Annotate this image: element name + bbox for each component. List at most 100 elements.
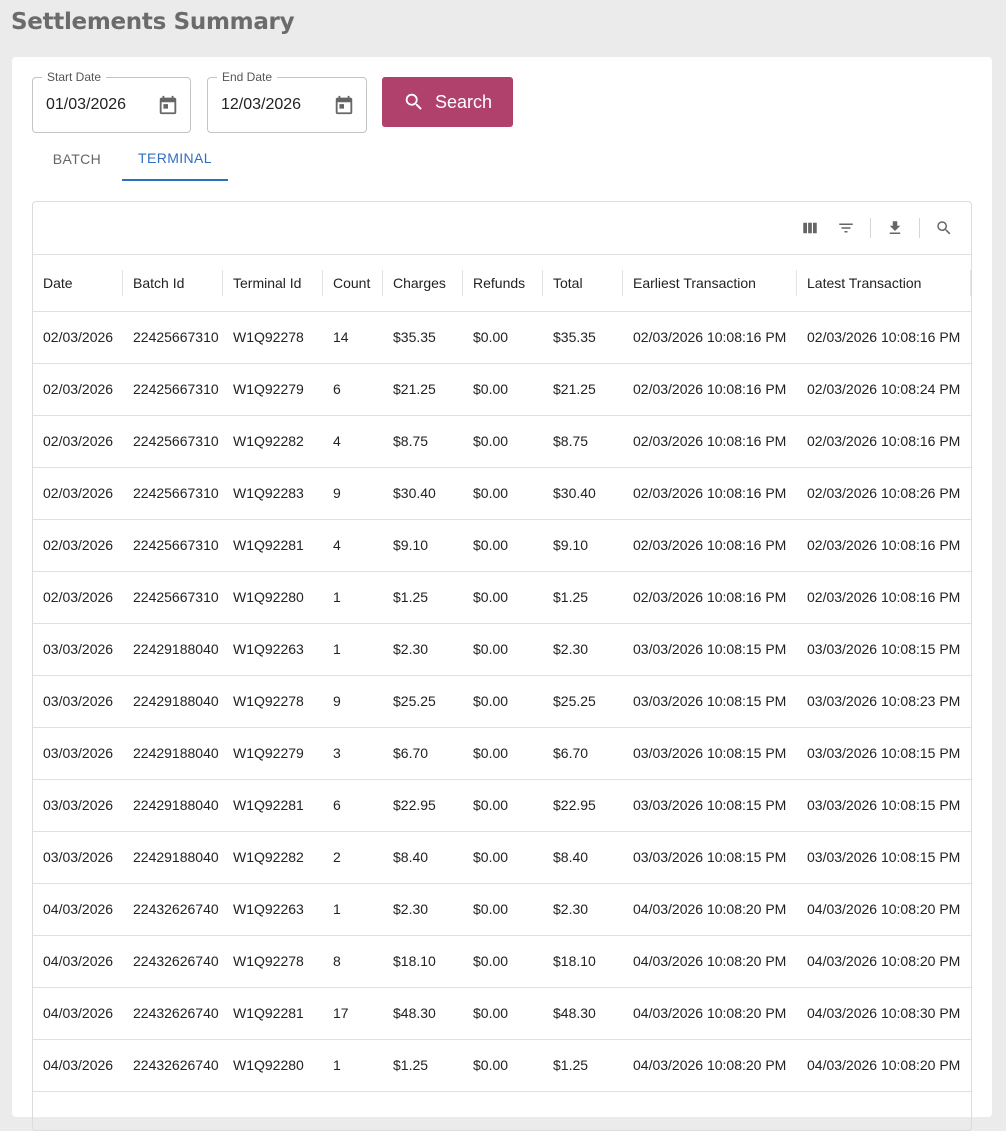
table-cell: 17: [323, 987, 383, 1040]
page-title: Settlements Summary: [11, 9, 295, 35]
table-cell: W1Q92281: [223, 519, 323, 572]
table-cell: $2.30: [543, 623, 623, 676]
table-cell: 22429188040: [123, 727, 223, 780]
table-row[interactable]: 02/03/2026 22425667310 W1Q92280 1 $1.25 $0.00…: [33, 571, 971, 624]
table-cell: $0.00: [463, 415, 543, 468]
table-cell: $9.10: [383, 519, 463, 572]
table-row[interactable]: 02/03/2026 22425667310 W1Q92278 14 $35.35 $0.…: [33, 311, 971, 364]
column-header-refunds[interactable]: Refunds: [463, 255, 543, 312]
table-cell: 1: [323, 1039, 383, 1092]
table-cell: W1Q92281: [223, 987, 323, 1040]
settlements-card: Start Date 01/03/2026 End Date 12/03/202…: [12, 57, 992, 1131]
table-cell: 02/03/2026 10:08:16 PM: [623, 571, 797, 624]
toolbar-divider: [919, 218, 920, 238]
table-cell: W1Q92280: [223, 1039, 323, 1092]
table-cell: $0.00: [463, 675, 543, 728]
table-cell: 03/03/2026 10:08:15 PM: [797, 727, 971, 780]
table-cell: 22429188040: [123, 623, 223, 676]
table-cell: 03/03/2026 10:08:15 PM: [797, 831, 971, 884]
table-cell: 04/03/2026 10:08:20 PM: [797, 935, 971, 988]
table-row[interactable]: 03/03/2026 22429188040 W1Q92279 3 $6.70 $0.00…: [33, 727, 971, 780]
columns-icon[interactable]: [801, 219, 819, 237]
column-header-batch-id[interactable]: Batch Id: [123, 255, 223, 312]
calendar-icon[interactable]: [333, 94, 355, 116]
table-cell: 04/03/2026 10:08:30 PM: [797, 987, 971, 1040]
table-cell: $48.30: [543, 987, 623, 1040]
table-cell: W1Q92278: [223, 935, 323, 988]
column-header-total[interactable]: Total: [543, 255, 623, 312]
table-cell: 6: [323, 779, 383, 832]
table-cell: $0.00: [463, 727, 543, 780]
table-cell: 04/03/2026 10:08:20 PM: [623, 1039, 797, 1092]
calendar-icon[interactable]: [157, 94, 179, 116]
table-row[interactable]: 04/03/2026 22432626740 W1Q92263 1 $2.30 $0.00…: [33, 883, 971, 936]
table-cell: $2.30: [543, 883, 623, 936]
table-row[interactable]: 03/03/2026 22429188040 W1Q92278 9 $25.25 $0.0…: [33, 675, 971, 728]
table-cell: $1.25: [543, 571, 623, 624]
table-cell: 22432626740: [123, 935, 223, 988]
table-cell: 02/03/2026 10:08:16 PM: [623, 363, 797, 416]
table-row[interactable]: 03/03/2026 22429188040 W1Q92282 2 $8.40 $0.00…: [33, 831, 971, 884]
table-row[interactable]: 03/03/2026 22429188040 W1Q92263 1 $2.30 $0.00…: [33, 623, 971, 676]
table-cell: 22429188040: [123, 831, 223, 884]
table-cell: $48.30: [383, 987, 463, 1040]
table-cell: 04/03/2026 10:08:20 PM: [623, 987, 797, 1040]
table-cell: $8.40: [383, 831, 463, 884]
table-cell: 02/03/2026: [33, 363, 123, 416]
table-cell: 03/03/2026 10:08:15 PM: [623, 779, 797, 832]
table-cell: $6.70: [383, 727, 463, 780]
column-header-latest-transaction[interactable]: Latest Transaction: [797, 255, 971, 312]
table-row[interactable]: 04/03/2026 22432626740 W1Q92278 8 $18.10 $0.0…: [33, 935, 971, 988]
column-header-date[interactable]: Date: [33, 255, 123, 312]
table-cell: W1Q92278: [223, 311, 323, 364]
search-button-label: Search: [434, 91, 493, 112]
table-row[interactable]: 02/03/2026 22425667310 W1Q92279 6 $21.25 $0.0…: [33, 363, 971, 416]
column-header-earliest-transaction[interactable]: Earliest Transaction: [623, 255, 797, 312]
column-header-count[interactable]: Count: [323, 255, 383, 312]
download-icon[interactable]: [886, 219, 904, 237]
table-cell: 1: [323, 883, 383, 936]
table-cell: 9: [323, 675, 383, 728]
table-cell: $6.70: [543, 727, 623, 780]
table-cell: 04/03/2026: [33, 1039, 123, 1092]
toolbar-divider: [870, 218, 871, 238]
table-cell: $21.25: [543, 363, 623, 416]
table-cell: $21.25: [383, 363, 463, 416]
table-cell: W1Q92280: [223, 571, 323, 624]
table-cell: 1: [323, 623, 383, 676]
tab-terminal[interactable]: TERMINAL: [122, 137, 228, 181]
table-cell: 02/03/2026: [33, 415, 123, 468]
table-cell: W1Q92282: [223, 831, 323, 884]
table-cell: $22.95: [543, 779, 623, 832]
end-date-field[interactable]: End Date 12/03/2026: [207, 70, 367, 133]
table-cell: $0.00: [463, 519, 543, 572]
table-cell: 02/03/2026: [33, 519, 123, 572]
start-date-value[interactable]: 01/03/2026: [46, 96, 126, 114]
table-cell: 04/03/2026 10:08:20 PM: [623, 935, 797, 988]
search-button[interactable]: Search: [382, 77, 513, 127]
table-cell: 02/03/2026 10:08:16 PM: [623, 311, 797, 364]
table-row[interactable]: 04/03/2026 22432626740 W1Q92281 17 $48.30 $0.…: [33, 987, 971, 1040]
header-row: Date Batch Id Terminal Id Count Charges …: [33, 255, 971, 312]
table-cell: 9: [323, 467, 383, 520]
start-date-field[interactable]: Start Date 01/03/2026: [32, 70, 191, 133]
filter-icon[interactable]: [837, 219, 855, 237]
end-date-value[interactable]: 12/03/2026: [221, 96, 301, 114]
table-row[interactable]: 03/03/2026 22429188040 W1Q92281 6 $22.95 $0.0…: [33, 779, 971, 832]
table-cell: $25.25: [543, 675, 623, 728]
table-row[interactable]: 02/03/2026 22425667310 W1Q92281 4 $9.10 $0.00…: [33, 519, 971, 572]
table-row[interactable]: 04/03/2026 22432626740 W1Q92280 1 $1.25 $0.00…: [33, 1039, 971, 1092]
table-cell: 02/03/2026 10:08:16 PM: [797, 571, 971, 624]
table-cell: $0.00: [463, 1039, 543, 1092]
table-row[interactable]: 02/03/2026 22425667310 W1Q92283 9 $30.40 $0.0…: [33, 467, 971, 520]
settlements-table: Date Batch Id Terminal Id Count Charges …: [32, 201, 972, 1131]
search-icon[interactable]: [935, 219, 953, 237]
table-cell: $8.75: [543, 415, 623, 468]
column-header-charges[interactable]: Charges: [383, 255, 463, 312]
table-cell: $8.75: [383, 415, 463, 468]
column-header-terminal-id[interactable]: Terminal Id: [223, 255, 323, 312]
tab-batch[interactable]: BATCH: [32, 137, 122, 181]
table-cell: 02/03/2026 10:08:16 PM: [623, 467, 797, 520]
table-cell: $2.30: [383, 623, 463, 676]
table-row[interactable]: 02/03/2026 22425667310 W1Q92282 4 $8.75 $0.00…: [33, 415, 971, 468]
